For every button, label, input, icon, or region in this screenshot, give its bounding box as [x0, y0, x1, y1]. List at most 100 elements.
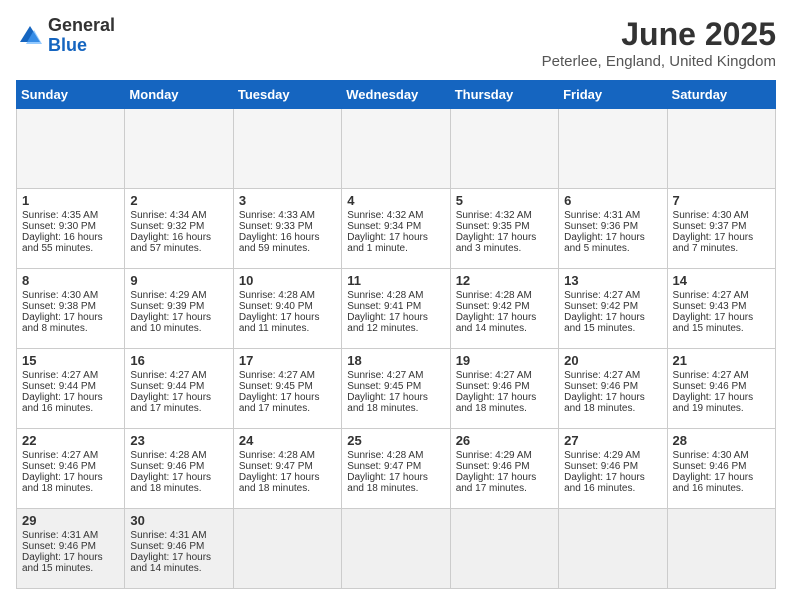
- day-info: Sunrise: 4:27 AMSunset: 9:44 PMDaylight:…: [130, 370, 211, 414]
- calendar-cell: 5 Sunrise: 4:32 AMSunset: 9:35 PMDaylight…: [450, 189, 558, 269]
- day-number: 29: [22, 513, 119, 528]
- calendar-cell: 29 Sunrise: 4:31 AMSunset: 9:46 PMDayligh…: [17, 509, 125, 589]
- calendar-week-row: [17, 109, 776, 189]
- day-number: 1: [22, 193, 119, 208]
- day-info: Sunrise: 4:27 AMSunset: 9:46 PMDaylight:…: [22, 450, 103, 494]
- calendar-cell: 11Sunrise: 4:28 AMSunset: 9:41 PMDayligh…: [342, 269, 450, 349]
- calendar-cell: [450, 509, 558, 589]
- calendar-cell: [342, 509, 450, 589]
- calendar-week-row: 22 Sunrise: 4:27 AMSunset: 9:46 PMDayligh…: [17, 429, 776, 509]
- day-header-friday: Friday: [559, 81, 667, 109]
- calendar-cell: 2 Sunrise: 4:34 AMSunset: 9:32 PMDaylight…: [125, 189, 233, 269]
- day-number: 12: [456, 273, 553, 288]
- calendar-cell: [559, 509, 667, 589]
- day-info: Sunrise: 4:27 AMSunset: 9:44 PMDaylight:…: [22, 370, 103, 414]
- day-number: 17: [239, 353, 336, 368]
- day-header-thursday: Thursday: [450, 81, 558, 109]
- calendar-cell: 3Sunrise: 4:33 AMSunset: 9:33 PMDaylight…: [233, 189, 341, 269]
- day-number: 9: [130, 273, 227, 288]
- calendar-cell: 24 Sunrise: 4:28 AMSunset: 9:47 PMDayligh…: [233, 429, 341, 509]
- day-info: Sunrise: 4:27 AMSunset: 9:46 PMDaylight:…: [673, 370, 754, 414]
- day-info: Sunrise: 4:30 AMSunset: 9:38 PMDaylight:…: [22, 290, 103, 334]
- day-number: 19: [456, 353, 553, 368]
- calendar-table: SundayMondayTuesdayWednesdayThursdayFrid…: [16, 80, 776, 589]
- calendar-cell: 12 Sunrise: 4:28 AMSunset: 9:42 PMDayligh…: [450, 269, 558, 349]
- day-number: 27: [564, 433, 661, 448]
- calendar-cell: 18Sunrise: 4:27 AMSunset: 9:45 PMDayligh…: [342, 349, 450, 429]
- logo-icon: [16, 22, 44, 50]
- day-header-saturday: Saturday: [667, 81, 775, 109]
- logo-general: General: [48, 15, 115, 35]
- calendar-cell: 14 Sunrise: 4:27 AMSunset: 9:43 PMDayligh…: [667, 269, 775, 349]
- day-number: 10: [239, 273, 336, 288]
- day-info: Sunrise: 4:34 AMSunset: 9:32 PMDaylight:…: [130, 210, 211, 254]
- calendar-cell: 10Sunrise: 4:28 AMSunset: 9:40 PMDayligh…: [233, 269, 341, 349]
- day-header-tuesday: Tuesday: [233, 81, 341, 109]
- day-number: 3: [239, 193, 336, 208]
- day-number: 13: [564, 273, 661, 288]
- day-number: 21: [673, 353, 770, 368]
- day-info: Sunrise: 4:28 AMSunset: 9:41 PMDaylight:…: [347, 290, 428, 334]
- calendar-cell: 16 Sunrise: 4:27 AMSunset: 9:44 PMDayligh…: [125, 349, 233, 429]
- day-number: 24: [239, 433, 336, 448]
- logo-text: General Blue: [48, 16, 115, 56]
- day-info: Sunrise: 4:28 AMSunset: 9:42 PMDaylight:…: [456, 290, 537, 334]
- header: General Blue June 2025 Peterlee, England…: [16, 16, 776, 70]
- day-info: Sunrise: 4:31 AMSunset: 9:46 PMDaylight:…: [22, 530, 103, 574]
- day-number: 6: [564, 193, 661, 208]
- calendar-cell: 22 Sunrise: 4:27 AMSunset: 9:46 PMDayligh…: [17, 429, 125, 509]
- calendar-cell: 8Sunrise: 4:30 AMSunset: 9:38 PMDaylight…: [17, 269, 125, 349]
- day-info: Sunrise: 4:29 AMSunset: 9:46 PMDaylight:…: [564, 450, 645, 494]
- calendar-week-row: 15 Sunrise: 4:27 AMSunset: 9:44 PMDayligh…: [17, 349, 776, 429]
- day-number: 15: [22, 353, 119, 368]
- calendar-cell: 15 Sunrise: 4:27 AMSunset: 9:44 PMDayligh…: [17, 349, 125, 429]
- calendar-cell: 7Sunrise: 4:30 AMSunset: 9:37 PMDaylight…: [667, 189, 775, 269]
- calendar-cell: 28Sunrise: 4:30 AMSunset: 9:46 PMDayligh…: [667, 429, 775, 509]
- day-info: Sunrise: 4:27 AMSunset: 9:46 PMDaylight:…: [456, 370, 537, 414]
- day-header-sunday: Sunday: [17, 81, 125, 109]
- title-block: June 2025 Peterlee, England, United King…: [542, 16, 776, 70]
- calendar-cell: 1 Sunrise: 4:35 AMSunset: 9:30 PMDaylight…: [17, 189, 125, 269]
- day-number: 16: [130, 353, 227, 368]
- calendar-cell: [233, 509, 341, 589]
- day-info: Sunrise: 4:27 AMSunset: 9:45 PMDaylight:…: [347, 370, 428, 414]
- day-info: Sunrise: 4:32 AMSunset: 9:35 PMDaylight:…: [456, 210, 537, 254]
- day-info: Sunrise: 4:28 AMSunset: 9:46 PMDaylight:…: [130, 450, 211, 494]
- calendar-header-row: SundayMondayTuesdayWednesdayThursdayFrid…: [17, 81, 776, 109]
- calendar-cell: [125, 109, 233, 189]
- calendar-cell: 17Sunrise: 4:27 AMSunset: 9:45 PMDayligh…: [233, 349, 341, 429]
- calendar-cell: 9 Sunrise: 4:29 AMSunset: 9:39 PMDaylight…: [125, 269, 233, 349]
- calendar-cell: [667, 509, 775, 589]
- day-number: 22: [22, 433, 119, 448]
- day-info: Sunrise: 4:29 AMSunset: 9:46 PMDaylight:…: [456, 450, 537, 494]
- calendar-cell: 13Sunrise: 4:27 AMSunset: 9:42 PMDayligh…: [559, 269, 667, 349]
- day-info: Sunrise: 4:30 AMSunset: 9:46 PMDaylight:…: [673, 450, 754, 494]
- day-number: 30: [130, 513, 227, 528]
- calendar-week-row: 8Sunrise: 4:30 AMSunset: 9:38 PMDaylight…: [17, 269, 776, 349]
- day-number: 20: [564, 353, 661, 368]
- calendar-cell: 4Sunrise: 4:32 AMSunset: 9:34 PMDaylight…: [342, 189, 450, 269]
- calendar-cell: [559, 109, 667, 189]
- calendar-week-row: 1 Sunrise: 4:35 AMSunset: 9:30 PMDaylight…: [17, 189, 776, 269]
- calendar-cell: 19 Sunrise: 4:27 AMSunset: 9:46 PMDayligh…: [450, 349, 558, 429]
- day-info: Sunrise: 4:27 AMSunset: 9:46 PMDaylight:…: [564, 370, 645, 414]
- location-subtitle: Peterlee, England, United Kingdom: [542, 53, 776, 70]
- day-number: 5: [456, 193, 553, 208]
- month-title: June 2025: [542, 16, 776, 53]
- logo-blue: Blue: [48, 35, 87, 55]
- calendar-cell: 25Sunrise: 4:28 AMSunset: 9:47 PMDayligh…: [342, 429, 450, 509]
- calendar-cell: [17, 109, 125, 189]
- day-info: Sunrise: 4:28 AMSunset: 9:47 PMDaylight:…: [239, 450, 320, 494]
- calendar-cell: 26Sunrise: 4:29 AMSunset: 9:46 PMDayligh…: [450, 429, 558, 509]
- day-number: 14: [673, 273, 770, 288]
- calendar-cell: 23 Sunrise: 4:28 AMSunset: 9:46 PMDayligh…: [125, 429, 233, 509]
- calendar-cell: [342, 109, 450, 189]
- day-number: 23: [130, 433, 227, 448]
- calendar-cell: 20 Sunrise: 4:27 AMSunset: 9:46 PMDayligh…: [559, 349, 667, 429]
- day-info: Sunrise: 4:35 AMSunset: 9:30 PMDaylight:…: [22, 210, 103, 254]
- day-info: Sunrise: 4:27 AMSunset: 9:43 PMDaylight:…: [673, 290, 754, 334]
- day-info: Sunrise: 4:29 AMSunset: 9:39 PMDaylight:…: [130, 290, 211, 334]
- day-info: Sunrise: 4:31 AMSunset: 9:36 PMDaylight:…: [564, 210, 645, 254]
- day-number: 2: [130, 193, 227, 208]
- calendar-cell: [233, 109, 341, 189]
